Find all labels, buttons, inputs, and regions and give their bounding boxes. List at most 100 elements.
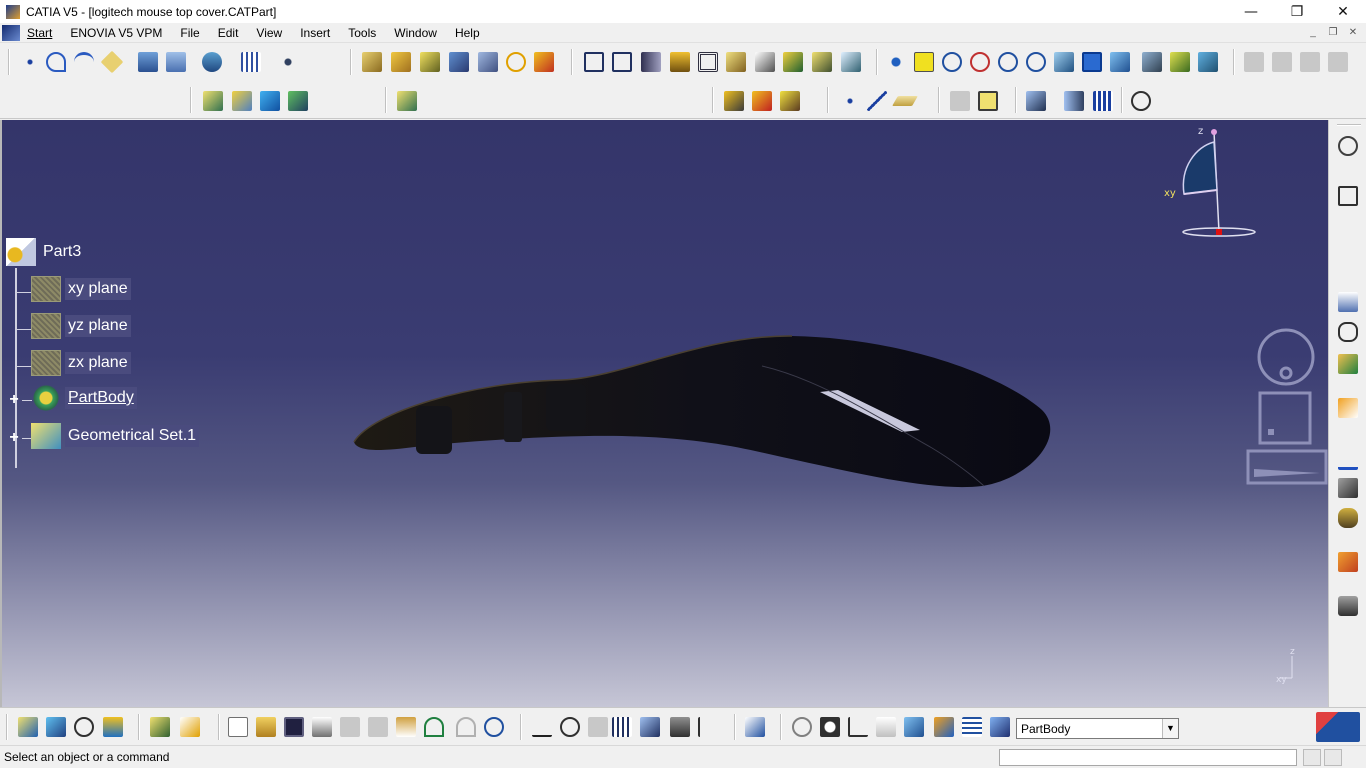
annotation-icon[interactable] (1064, 91, 1084, 111)
rotate-view-icon[interactable] (792, 717, 812, 737)
select-arrow-icon[interactable] (1338, 398, 1358, 418)
ref-line-icon[interactable] (867, 91, 887, 111)
wireframe-icon[interactable] (46, 717, 66, 737)
apply-material-icon[interactable] (1026, 91, 1046, 111)
catalog-icon[interactable] (103, 717, 123, 737)
shaft-icon[interactable] (420, 52, 440, 72)
pan-frame-icon[interactable] (1246, 449, 1328, 485)
spline-icon[interactable] (46, 52, 66, 72)
swap-space-icon[interactable] (1198, 52, 1218, 72)
zoom-out-icon[interactable] (1026, 52, 1046, 72)
pocket-icon[interactable] (391, 52, 411, 72)
close-button[interactable]: ✕ (1320, 0, 1366, 23)
minimize-button[interactable]: — (1228, 0, 1274, 23)
thick-surface-icon[interactable] (755, 52, 775, 72)
multi-view-icon[interactable] (1082, 52, 1102, 72)
sew-surface-icon[interactable] (812, 52, 832, 72)
pattern-icon[interactable] (1093, 91, 1113, 111)
mouse-cover-shell[interactable] (354, 335, 1051, 488)
draft-icon[interactable] (641, 52, 661, 72)
design-table-icon[interactable] (612, 717, 632, 737)
expand-partbody-icon[interactable]: + (8, 392, 20, 408)
pan-icon[interactable] (942, 52, 962, 72)
maximize-button[interactable]: ❐ (1274, 0, 1320, 23)
hide-show-icon[interactable] (1170, 52, 1190, 72)
sketch-icon[interactable] (100, 50, 124, 74)
analysis-icon[interactable] (934, 717, 954, 737)
tree-item-yz-plane[interactable]: yz plane (31, 313, 131, 339)
cut-section-icon[interactable] (904, 717, 924, 737)
clash-icon[interactable] (74, 717, 94, 737)
chevron-down-icon[interactable]: ▼ (1162, 719, 1178, 738)
save-icon[interactable] (284, 717, 304, 737)
list-icon[interactable] (962, 717, 982, 737)
ref-point-icon[interactable] (840, 91, 860, 111)
iso-view-icon[interactable] (1110, 52, 1130, 72)
snap-icon[interactable] (278, 52, 298, 72)
menu-view[interactable]: View (247, 24, 291, 42)
arc-icon[interactable] (74, 52, 94, 72)
positioned-sketch-icon[interactable] (138, 52, 158, 72)
status-window-button[interactable] (1303, 749, 1321, 766)
ratio-icon[interactable] (876, 717, 896, 737)
sweep-icon[interactable] (260, 91, 280, 111)
sketcher-icon[interactable] (1338, 186, 1358, 206)
doc-close-button[interactable]: ✕ (1344, 25, 1362, 40)
surface-offset-icon[interactable] (232, 91, 252, 111)
menu-enovia[interactable]: ENOVIA V5 VPM (61, 24, 171, 42)
menu-start[interactable]: Start (20, 24, 61, 42)
tree-item-partbody[interactable]: PartBody (31, 385, 137, 411)
pad-icon[interactable] (362, 52, 382, 72)
fit-all-icon[interactable] (914, 52, 934, 72)
3d-viewport[interactable]: z xy z xy Part3 xy plane yz plane zx pla… (0, 120, 1328, 707)
groove-icon[interactable] (449, 52, 469, 72)
scale-icon[interactable] (1131, 91, 1151, 111)
command-input[interactable] (999, 749, 1297, 766)
undo-icon[interactable] (424, 717, 444, 737)
rotate-icon[interactable] (970, 52, 990, 72)
compass-widget[interactable]: z xy (1162, 122, 1272, 252)
surface-extrude-icon[interactable] (203, 91, 223, 111)
current-body-dropdown[interactable]: PartBody ▼ (1016, 718, 1179, 739)
axis-system-icon[interactable] (848, 717, 868, 737)
menu-help[interactable]: Help (446, 24, 489, 42)
update-icon[interactable] (745, 717, 765, 737)
tree-item-geometrical-set[interactable]: Geometrical Set.1 (31, 423, 200, 449)
expand-geometrical-set-icon[interactable]: + (8, 430, 20, 446)
open-folder-icon[interactable] (256, 717, 276, 737)
knowledge-comment-icon[interactable] (560, 717, 580, 737)
fill-icon[interactable] (288, 91, 308, 111)
transformation-icon[interactable] (841, 52, 861, 72)
hierarchy-icon[interactable] (202, 52, 222, 72)
menu-tools[interactable]: Tools (339, 24, 385, 42)
flag-note-icon[interactable] (1338, 322, 1358, 342)
boolean-intersect-icon[interactable] (780, 91, 800, 111)
part-geometry[interactable] (2, 120, 1328, 707)
doc-restore-button[interactable]: ❐ (1324, 25, 1342, 40)
boolean-add-icon[interactable] (724, 91, 744, 111)
menu-window[interactable]: Window (385, 24, 446, 42)
lock-icon[interactable] (670, 717, 690, 737)
doc-minimize-button[interactable]: _ (1304, 25, 1322, 40)
menu-edit[interactable]: Edit (209, 24, 248, 42)
point-icon[interactable] (20, 52, 40, 72)
formula-icon[interactable] (532, 717, 552, 737)
zoom-frame-icon[interactable] (1258, 391, 1312, 445)
status-close-button[interactable] (1324, 749, 1342, 766)
measure-item-icon[interactable] (1338, 478, 1358, 498)
zoom-in-icon[interactable] (998, 52, 1018, 72)
apply-material-side-icon[interactable] (1338, 552, 1358, 572)
grid-icon[interactable] (241, 52, 261, 72)
sketch-analysis-icon[interactable] (166, 52, 186, 72)
fillet-icon[interactable] (584, 52, 604, 72)
close-surface-icon[interactable] (783, 52, 803, 72)
part-design-icon[interactable] (18, 717, 38, 737)
law-icon[interactable] (640, 717, 660, 737)
menu-file[interactable]: File (171, 24, 208, 42)
new-file-icon[interactable] (228, 717, 248, 737)
rotate-ring-icon[interactable] (1257, 328, 1315, 386)
paste-icon[interactable] (396, 717, 416, 737)
measure-icon[interactable] (978, 91, 998, 111)
start-icon[interactable] (2, 24, 20, 41)
measure-between-icon[interactable] (1338, 450, 1358, 470)
